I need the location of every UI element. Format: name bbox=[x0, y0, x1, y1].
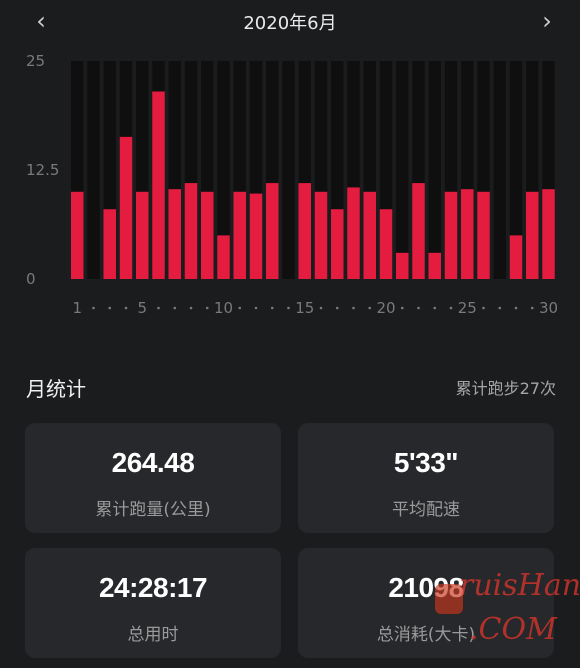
bar-slot-day-2 bbox=[87, 61, 100, 279]
average-pace-label: 平均配速 bbox=[392, 500, 460, 520]
bar-day-1[interactable] bbox=[71, 191, 84, 279]
x-tick-dot bbox=[449, 306, 453, 310]
x-tick-dot bbox=[124, 306, 128, 310]
x-tick-label: 10 bbox=[214, 299, 233, 317]
x-tick-label: 30 bbox=[539, 299, 558, 317]
total-calories-label: 总消耗(大卡) bbox=[376, 625, 476, 645]
bar-day-20[interactable] bbox=[379, 209, 393, 279]
x-tick-dot bbox=[530, 306, 534, 310]
bar-day-24[interactable] bbox=[444, 191, 458, 279]
x-tick-dot bbox=[287, 306, 290, 310]
x-tick-dot bbox=[173, 306, 177, 310]
bar-day-4[interactable] bbox=[119, 136, 133, 279]
bar-day-15[interactable] bbox=[298, 183, 312, 279]
bar-slot-day-14 bbox=[282, 61, 295, 279]
x-tick-dot bbox=[482, 306, 485, 310]
bar-day-3[interactable] bbox=[103, 209, 117, 279]
run-count-summary: 累计跑步27次 bbox=[455, 379, 556, 398]
bar-day-16[interactable] bbox=[314, 191, 328, 279]
x-tick-dot bbox=[319, 306, 323, 310]
bar-day-23[interactable] bbox=[428, 252, 442, 279]
monthly-stats-title: 月统计 bbox=[26, 377, 86, 401]
y-tick-label: 0 bbox=[26, 270, 36, 288]
x-tick-dot bbox=[433, 306, 437, 310]
total-distance-value: 264.48 bbox=[111, 447, 195, 478]
total-time-label: 总用时 bbox=[127, 625, 179, 645]
bar-day-18[interactable] bbox=[347, 187, 360, 279]
x-tick-dot bbox=[270, 306, 274, 310]
bar-day-10[interactable] bbox=[217, 235, 230, 279]
x-tick-dot bbox=[189, 306, 193, 310]
daily-distance-bar-chart: 2512.501 5 10 15 20 25 30 bbox=[26, 52, 558, 317]
x-tick-dot bbox=[108, 306, 112, 310]
total-distance-label: 累计跑量(公里) bbox=[95, 500, 211, 520]
x-tick-label: 20 bbox=[376, 299, 395, 317]
x-tick-dot bbox=[400, 306, 404, 310]
x-tick-label: 15 bbox=[295, 299, 314, 317]
bar-day-9[interactable] bbox=[201, 191, 214, 279]
bar-day-11[interactable] bbox=[233, 191, 247, 279]
bar-slot-day-21 bbox=[396, 61, 409, 279]
chevron-right-icon: › bbox=[542, 7, 552, 35]
y-tick-label: 25 bbox=[26, 52, 45, 70]
bar-slot-day-27 bbox=[493, 61, 506, 279]
bar-day-8[interactable] bbox=[184, 183, 198, 279]
bar-day-5[interactable] bbox=[136, 191, 149, 279]
total-distance-card[interactable]: 264.48 累计跑量(公里) bbox=[25, 423, 281, 533]
bar-day-28[interactable] bbox=[509, 235, 523, 279]
x-tick-dot bbox=[498, 306, 502, 310]
x-tick-label: 5 bbox=[137, 299, 147, 317]
average-pace-value: 5'33" bbox=[393, 447, 459, 478]
total-calories-card[interactable]: 21098 总消耗(大卡) bbox=[298, 548, 554, 658]
bar-day-30[interactable] bbox=[542, 189, 555, 279]
next-month-button[interactable]: › bbox=[532, 6, 562, 36]
bar-day-25[interactable] bbox=[461, 189, 474, 279]
bar-day-12[interactable] bbox=[249, 193, 263, 279]
bar-day-17[interactable] bbox=[331, 209, 344, 279]
month-title: 2020年6月 bbox=[243, 13, 337, 34]
bar-day-26[interactable] bbox=[477, 191, 490, 279]
bar-day-19[interactable] bbox=[363, 191, 377, 279]
x-tick-dot bbox=[254, 306, 258, 310]
total-calories-value: 21098 bbox=[388, 572, 464, 603]
x-tick-dot bbox=[92, 306, 95, 310]
bar-day-6[interactable] bbox=[152, 91, 165, 279]
x-tick-dot bbox=[368, 306, 372, 310]
x-tick-label: 25 bbox=[458, 299, 477, 317]
x-tick-dot bbox=[417, 306, 420, 310]
x-tick-dot bbox=[205, 306, 209, 310]
x-tick-dot bbox=[514, 306, 518, 310]
x-tick-dot bbox=[352, 306, 355, 310]
x-tick-dot bbox=[157, 306, 160, 310]
bar-day-13[interactable] bbox=[266, 183, 279, 279]
total-time-value: 24:28:17 bbox=[98, 572, 208, 603]
y-tick-label: 12.5 bbox=[26, 161, 59, 179]
bar-day-21[interactable] bbox=[396, 252, 409, 279]
bar-day-29[interactable] bbox=[526, 191, 539, 279]
bar-day-22[interactable] bbox=[412, 183, 425, 279]
total-time-card[interactable]: 24:28:17 总用时 bbox=[25, 548, 281, 658]
x-tick-label: 1 bbox=[72, 299, 82, 317]
bar-slot-day-23 bbox=[428, 61, 441, 279]
x-tick-dot bbox=[238, 306, 242, 310]
average-pace-card[interactable]: 5'33" 平均配速 bbox=[298, 423, 554, 533]
bar-day-7[interactable] bbox=[168, 189, 182, 279]
x-tick-dot bbox=[335, 306, 339, 310]
